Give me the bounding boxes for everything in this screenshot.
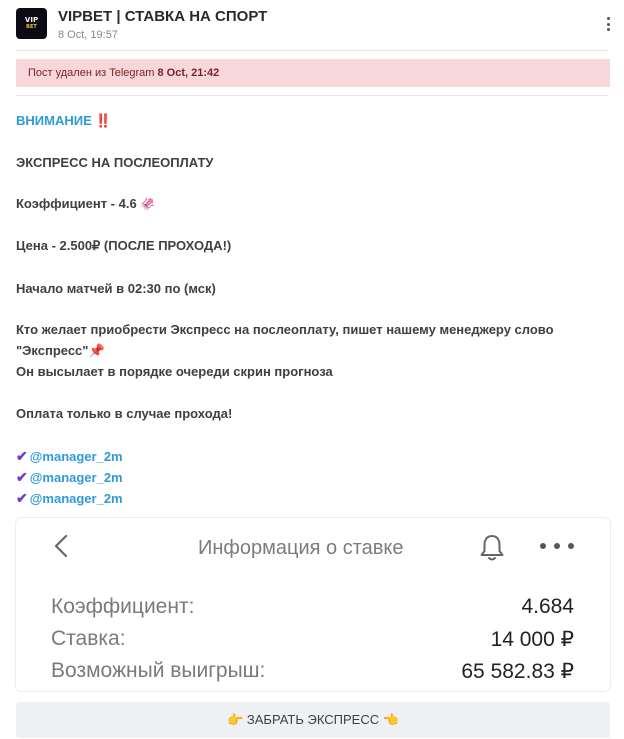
avatar-logo-line2: BET [26,24,37,30]
post-attention-line: ВНИМАНИЕ ‼️ [16,113,112,129]
check-icon: ✔ [16,448,28,464]
channel-title[interactable]: VIPBET | СТАВКА НА СПОРТ [58,8,267,25]
check-icon: ✔ [16,469,28,485]
double-exclamation-emoji: ‼️ [95,113,112,128]
claim-express-label: ЗАБРАТЬ ЭКСПРЕСС [246,712,380,727]
squid-emoji: 🦑 [140,197,156,211]
post-coef-line: Коэффициент - 4.6 🦑 [16,196,155,211]
post-start-line: Начало матчей в 02:30 по (мск) [16,281,216,296]
manager-link-text[interactable]: @manager_2m [30,491,123,506]
post-header: VIP BET VIPBET | СТАВКА НА СПОРТ 8 Oct, … [0,0,624,48]
channel-avatar[interactable]: VIP BET [16,8,47,39]
post-price-line: Цена - 2.500₽ (ПОСЛЕ ПРОХОДА!) [16,238,232,253]
payout-label: Возможный выигрыш: [51,659,266,682]
pushpin-emoji: 📌 [88,343,105,358]
post-express-line: ЭКСПРЕСС НА ПОСЛЕОПЛАТУ [16,155,214,170]
post-date: 8 Oct, 19:57 [58,29,118,41]
manager-link-text[interactable]: @manager_2m [30,449,123,464]
check-icon: ✔ [16,490,28,506]
buy-quote-text: "Экспресс" [16,343,89,358]
coef-label: Коэффициент: [51,595,195,618]
pointing-left-emoji: 👈 [382,712,399,727]
deleted-banner-text: Пост удален из Telegram [28,67,158,79]
bell-icon [480,535,504,561]
divider [16,95,608,96]
manager-link-3[interactable]: ✔ @manager_2m [16,490,123,507]
avatar-logo-line1: VIP [24,16,39,24]
attention-text: ВНИМАНИЕ [16,113,92,128]
coef-text: Коэффициент - 4.6 [16,196,137,211]
pointing-right-emoji: 👉 [227,712,244,727]
claim-express-button[interactable]: 👉 ЗАБРАТЬ ЭКСПРЕСС 👈 [16,702,610,738]
bet-info-screenshot: Информация о ставке Коэффициент: 4.684 С… [16,518,610,691]
stake-label: Ставка: [51,627,126,650]
deleted-banner-date: 8 Oct, 21:42 [157,67,220,79]
stake-value: 14 000 ₽ [490,628,574,651]
divider [16,50,608,51]
payout-value: 65 582.83 ₽ [461,660,574,683]
screenshot-title: Информация о ставке [198,537,404,559]
post-buy-line-1: Кто желает приобрести Экспресс на послео… [16,322,554,337]
more-horizontal-icon [540,538,574,554]
post-buy-line-3: Он высылает в порядке очереди скрин прог… [16,364,333,379]
more-vertical-icon[interactable] [600,12,616,36]
chevron-left-icon [54,534,68,558]
coef-value: 4.684 [521,595,574,618]
manager-link-text[interactable]: @manager_2m [30,470,123,485]
post-payment-line: Оплата только в случае прохода! [16,406,233,421]
manager-link-2[interactable]: ✔ @manager_2m [16,469,123,486]
manager-link-1[interactable]: ✔ @manager_2m [16,448,123,465]
post-buy-line-2: "Экспресс"📌 [16,343,105,359]
deleted-banner: Пост удален из Telegram 8 Oct, 21:42 [16,59,610,87]
